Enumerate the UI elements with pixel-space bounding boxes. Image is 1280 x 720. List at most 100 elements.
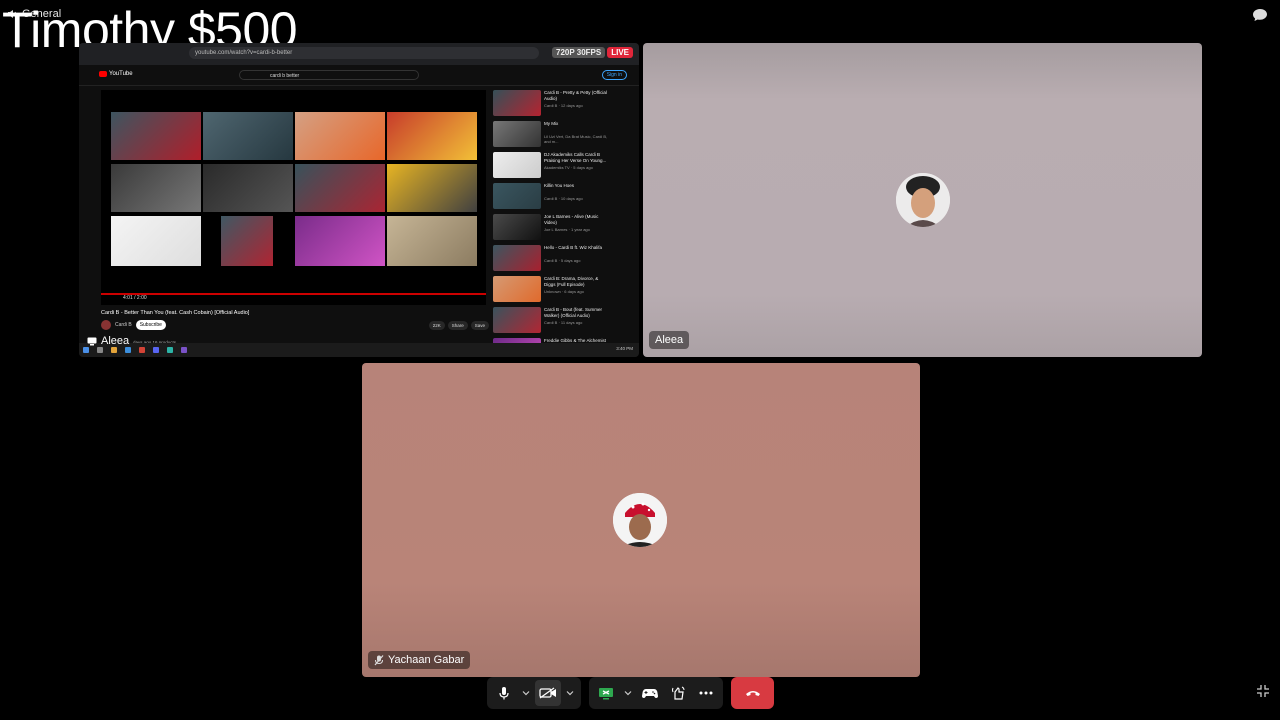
chevron-down-icon bbox=[566, 691, 574, 696]
os-taskbar: 3:40 PM bbox=[79, 343, 639, 357]
recommended-video[interactable]: Cardi B - Bout (feat. Summer Walker) (Of… bbox=[493, 307, 633, 335]
more-icon bbox=[699, 691, 713, 695]
live-badge: LIVE bbox=[607, 47, 633, 58]
share-button[interactable]: Share bbox=[447, 321, 468, 330]
soundboard-button[interactable] bbox=[665, 680, 691, 706]
end-screen-thumb[interactable] bbox=[111, 112, 201, 160]
youtube-header: YouTube cardi b better Sign in bbox=[79, 65, 639, 86]
rec-title: DJ Akademiks Calls Cardi B Praising Her … bbox=[544, 152, 607, 163]
rec-sub: Cardi B · 12 days ago bbox=[544, 103, 583, 108]
rec-title: Hello - Cardi B ft. Wiz Khalifa bbox=[544, 245, 603, 250]
participant-tile-yachaan[interactable]: Yachaan Gabar bbox=[362, 363, 920, 677]
screen-share-tile[interactable]: youtube.com/watch?v=cardi-b-better 720P … bbox=[79, 43, 639, 357]
end-screen-thumb[interactable] bbox=[387, 216, 477, 266]
end-screen-thumb[interactable] bbox=[387, 112, 477, 160]
rec-sub: Akademiks TV · 5 days ago bbox=[544, 165, 593, 170]
share-activities-group bbox=[589, 677, 723, 709]
end-screen-thumb[interactable] bbox=[203, 164, 293, 212]
end-screen-thumb[interactable] bbox=[295, 112, 385, 160]
stream-badges: 720P 30FPS LIVE bbox=[552, 47, 633, 58]
minimize-icon[interactable] bbox=[1256, 684, 1270, 698]
end-screen-thumb[interactable] bbox=[387, 164, 477, 212]
call-controls bbox=[487, 677, 774, 709]
rec-title: Cardi B - Bout (feat. Summer Walker) (Of… bbox=[544, 307, 603, 318]
video-progress-bar[interactable] bbox=[101, 293, 486, 295]
youtube-logo-icon bbox=[99, 71, 107, 77]
activities-button[interactable] bbox=[637, 680, 663, 706]
chevron-down-icon bbox=[624, 691, 632, 696]
participant-name: Aleea bbox=[655, 334, 684, 346]
mic-button[interactable] bbox=[491, 680, 517, 706]
rec-title: Cardi B - Pretty & Petty (Official Audio… bbox=[544, 90, 607, 101]
rec-sub: Cardi B · 5 days ago bbox=[544, 258, 581, 263]
participant-tile-aleea[interactable]: Aleea bbox=[643, 43, 1202, 357]
end-screen-thumb[interactable] bbox=[221, 216, 273, 266]
channel-row: Cardi B Subscribe bbox=[101, 320, 166, 330]
soundboard-icon bbox=[672, 686, 685, 700]
recommended-video[interactable]: Cardi B: Drama, Divorce, & Diggs (Full E… bbox=[493, 276, 633, 304]
taskbar-app-icon[interactable] bbox=[181, 347, 187, 353]
rec-sub: Unknown · 6 days ago bbox=[544, 289, 584, 294]
end-screen-thumb[interactable] bbox=[111, 164, 201, 212]
share-screen-icon bbox=[599, 687, 613, 699]
recommended-video[interactable]: Joe L Barnes - Alive (Music Video) Joe L … bbox=[493, 214, 633, 242]
taskbar-app-icon[interactable] bbox=[125, 347, 131, 353]
avatar-image bbox=[613, 493, 667, 547]
end-screen-thumb[interactable] bbox=[295, 216, 385, 266]
camera-options-button[interactable] bbox=[563, 680, 577, 706]
recommended-video[interactable]: Killin You Hoes Cardi B · 10 days ago bbox=[493, 183, 633, 211]
subscribe-button[interactable]: Subscribe bbox=[135, 320, 166, 330]
share-options-button[interactable] bbox=[621, 680, 635, 706]
stream-name-tag: Aleea bbox=[87, 335, 129, 347]
rec-thumbnail bbox=[493, 121, 541, 147]
hang-up-icon bbox=[745, 691, 760, 696]
taskbar-app-icon[interactable] bbox=[111, 347, 117, 353]
share-screen-button[interactable] bbox=[593, 680, 619, 706]
more-options-button[interactable] bbox=[693, 680, 719, 706]
avatar bbox=[613, 493, 667, 547]
start-icon[interactable] bbox=[83, 347, 89, 353]
taskbar-app-icon[interactable] bbox=[139, 347, 145, 353]
end-screen-thumb[interactable] bbox=[203, 112, 293, 160]
avatar bbox=[896, 173, 950, 227]
recommended-video[interactable]: Hello - Cardi B ft. Wiz Khalifa Cardi B ·… bbox=[493, 245, 633, 273]
video-player[interactable]: 4:01 / 2:00 bbox=[101, 90, 486, 305]
like-button[interactable]: 22K bbox=[428, 321, 445, 330]
youtube-logo[interactable]: YouTube bbox=[99, 71, 133, 77]
video-actions: 22K Share Save bbox=[428, 321, 489, 330]
browser-tab-bar: youtube.com/watch?v=cardi-b-better 720P … bbox=[79, 43, 639, 65]
youtube-search-input[interactable]: cardi b better bbox=[239, 70, 419, 80]
taskbar-app-icon[interactable] bbox=[153, 347, 159, 353]
recommended-video[interactable]: Cardi B - Pretty & Petty (Official Audio… bbox=[493, 90, 633, 118]
disconnect-button[interactable] bbox=[731, 677, 774, 709]
save-button[interactable]: Save bbox=[470, 321, 489, 330]
sign-in-button[interactable]: Sign in bbox=[601, 70, 627, 80]
participant-name: Yachaan Gabar bbox=[388, 654, 465, 666]
end-screen-thumb[interactable] bbox=[111, 216, 201, 266]
taskbar-clock: 3:40 PM bbox=[616, 346, 633, 351]
end-screen-thumb[interactable] bbox=[295, 164, 385, 212]
camera-button[interactable] bbox=[535, 680, 561, 706]
browser-url-bar[interactable]: youtube.com/watch?v=cardi-b-better bbox=[189, 47, 539, 59]
rec-thumbnail bbox=[493, 152, 541, 178]
stream-user-name: Aleea bbox=[101, 335, 130, 347]
channel-avatar[interactable] bbox=[101, 320, 111, 330]
muted-mic-icon bbox=[374, 654, 384, 665]
recommended-video[interactable]: My Mix Lil Uzi Vert, Da Brat Music, Cardi… bbox=[493, 121, 633, 149]
rec-title: Killin You Hoes bbox=[544, 183, 575, 188]
youtube-logo-text: YouTube bbox=[109, 71, 133, 77]
taskbar-app-icon[interactable] bbox=[167, 347, 173, 353]
rec-thumbnail bbox=[493, 307, 541, 333]
rec-thumbnail bbox=[493, 90, 541, 116]
recommended-video[interactable]: DJ Akademiks Calls Cardi B Praising Her … bbox=[493, 152, 633, 180]
mic-options-button[interactable] bbox=[519, 680, 533, 706]
rec-sub: Lil Uzi Vert, Da Brat Music, Cardi B, an… bbox=[544, 134, 608, 144]
rec-thumbnail bbox=[493, 276, 541, 302]
taskbar-app-icon[interactable] bbox=[97, 347, 103, 353]
video-channel-name[interactable]: Cardi B bbox=[115, 322, 132, 328]
rec-thumbnail bbox=[493, 245, 541, 271]
avatar-image bbox=[896, 173, 950, 227]
rec-thumbnail bbox=[493, 214, 541, 240]
chat-icon[interactable] bbox=[1252, 8, 1268, 22]
rec-sub: Joe L Barnes · 1 year ago bbox=[544, 227, 590, 232]
